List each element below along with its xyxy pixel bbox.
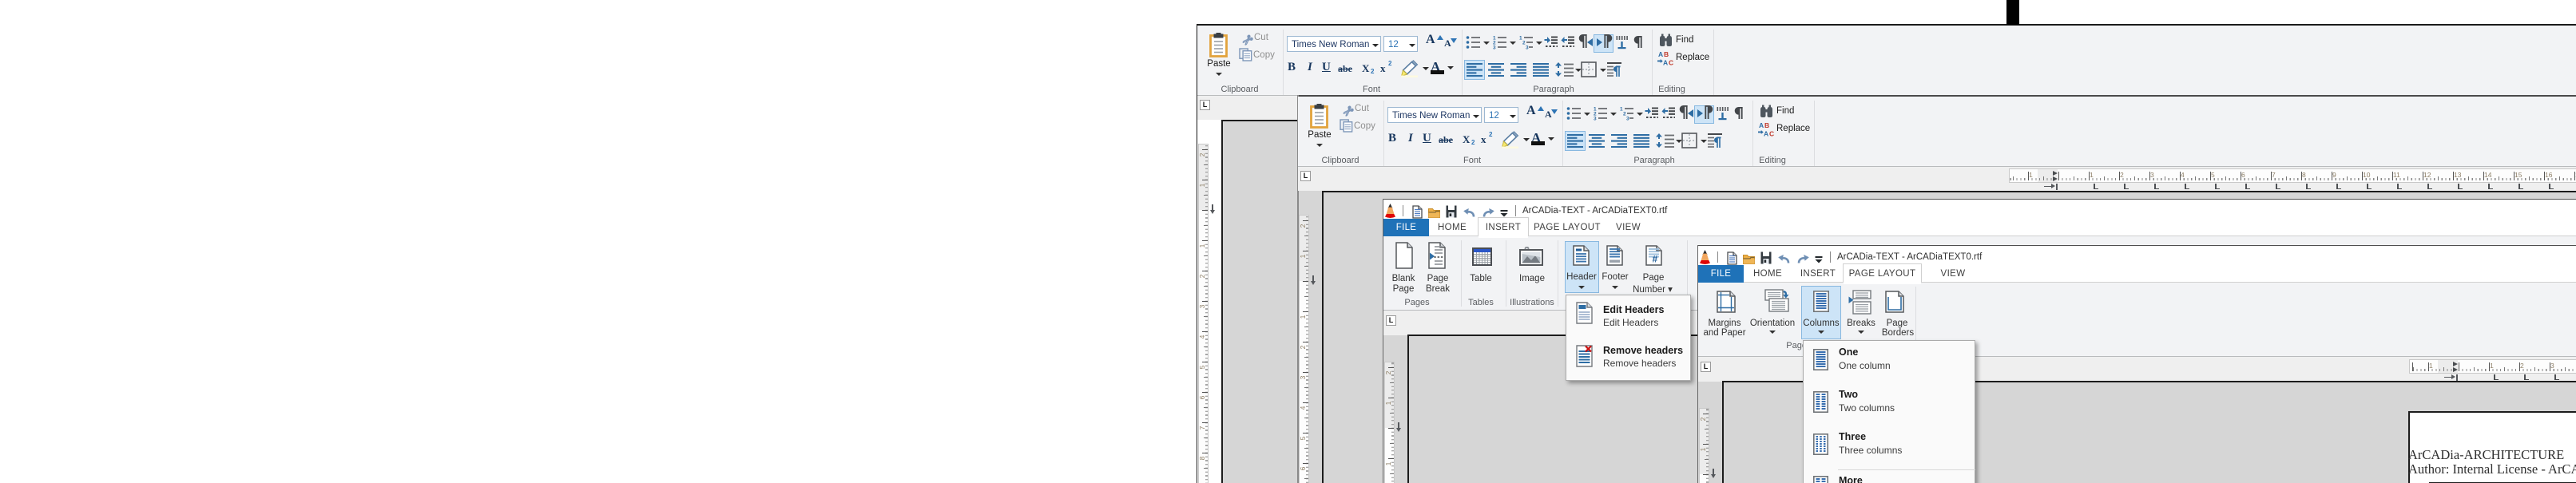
svg-text:3: 3 [1626, 117, 1629, 121]
svg-text:A: A [1663, 59, 1668, 67]
svg-text:3: 3 [1594, 117, 1597, 121]
svg-text:A: A [1759, 121, 1764, 129]
svg-text:3: 3 [1526, 46, 1529, 50]
svg-text:B: B [1664, 50, 1669, 58]
svg-text:#: # [1653, 254, 1658, 265]
svg-text:A: A [1764, 130, 1768, 138]
svg-text:B: B [1764, 121, 1769, 129]
svg-text:C: C [1769, 130, 1774, 138]
svg-text:3: 3 [1493, 46, 1496, 50]
svg-text:A: A [1658, 50, 1663, 58]
svg-text:C: C [1669, 59, 1673, 67]
